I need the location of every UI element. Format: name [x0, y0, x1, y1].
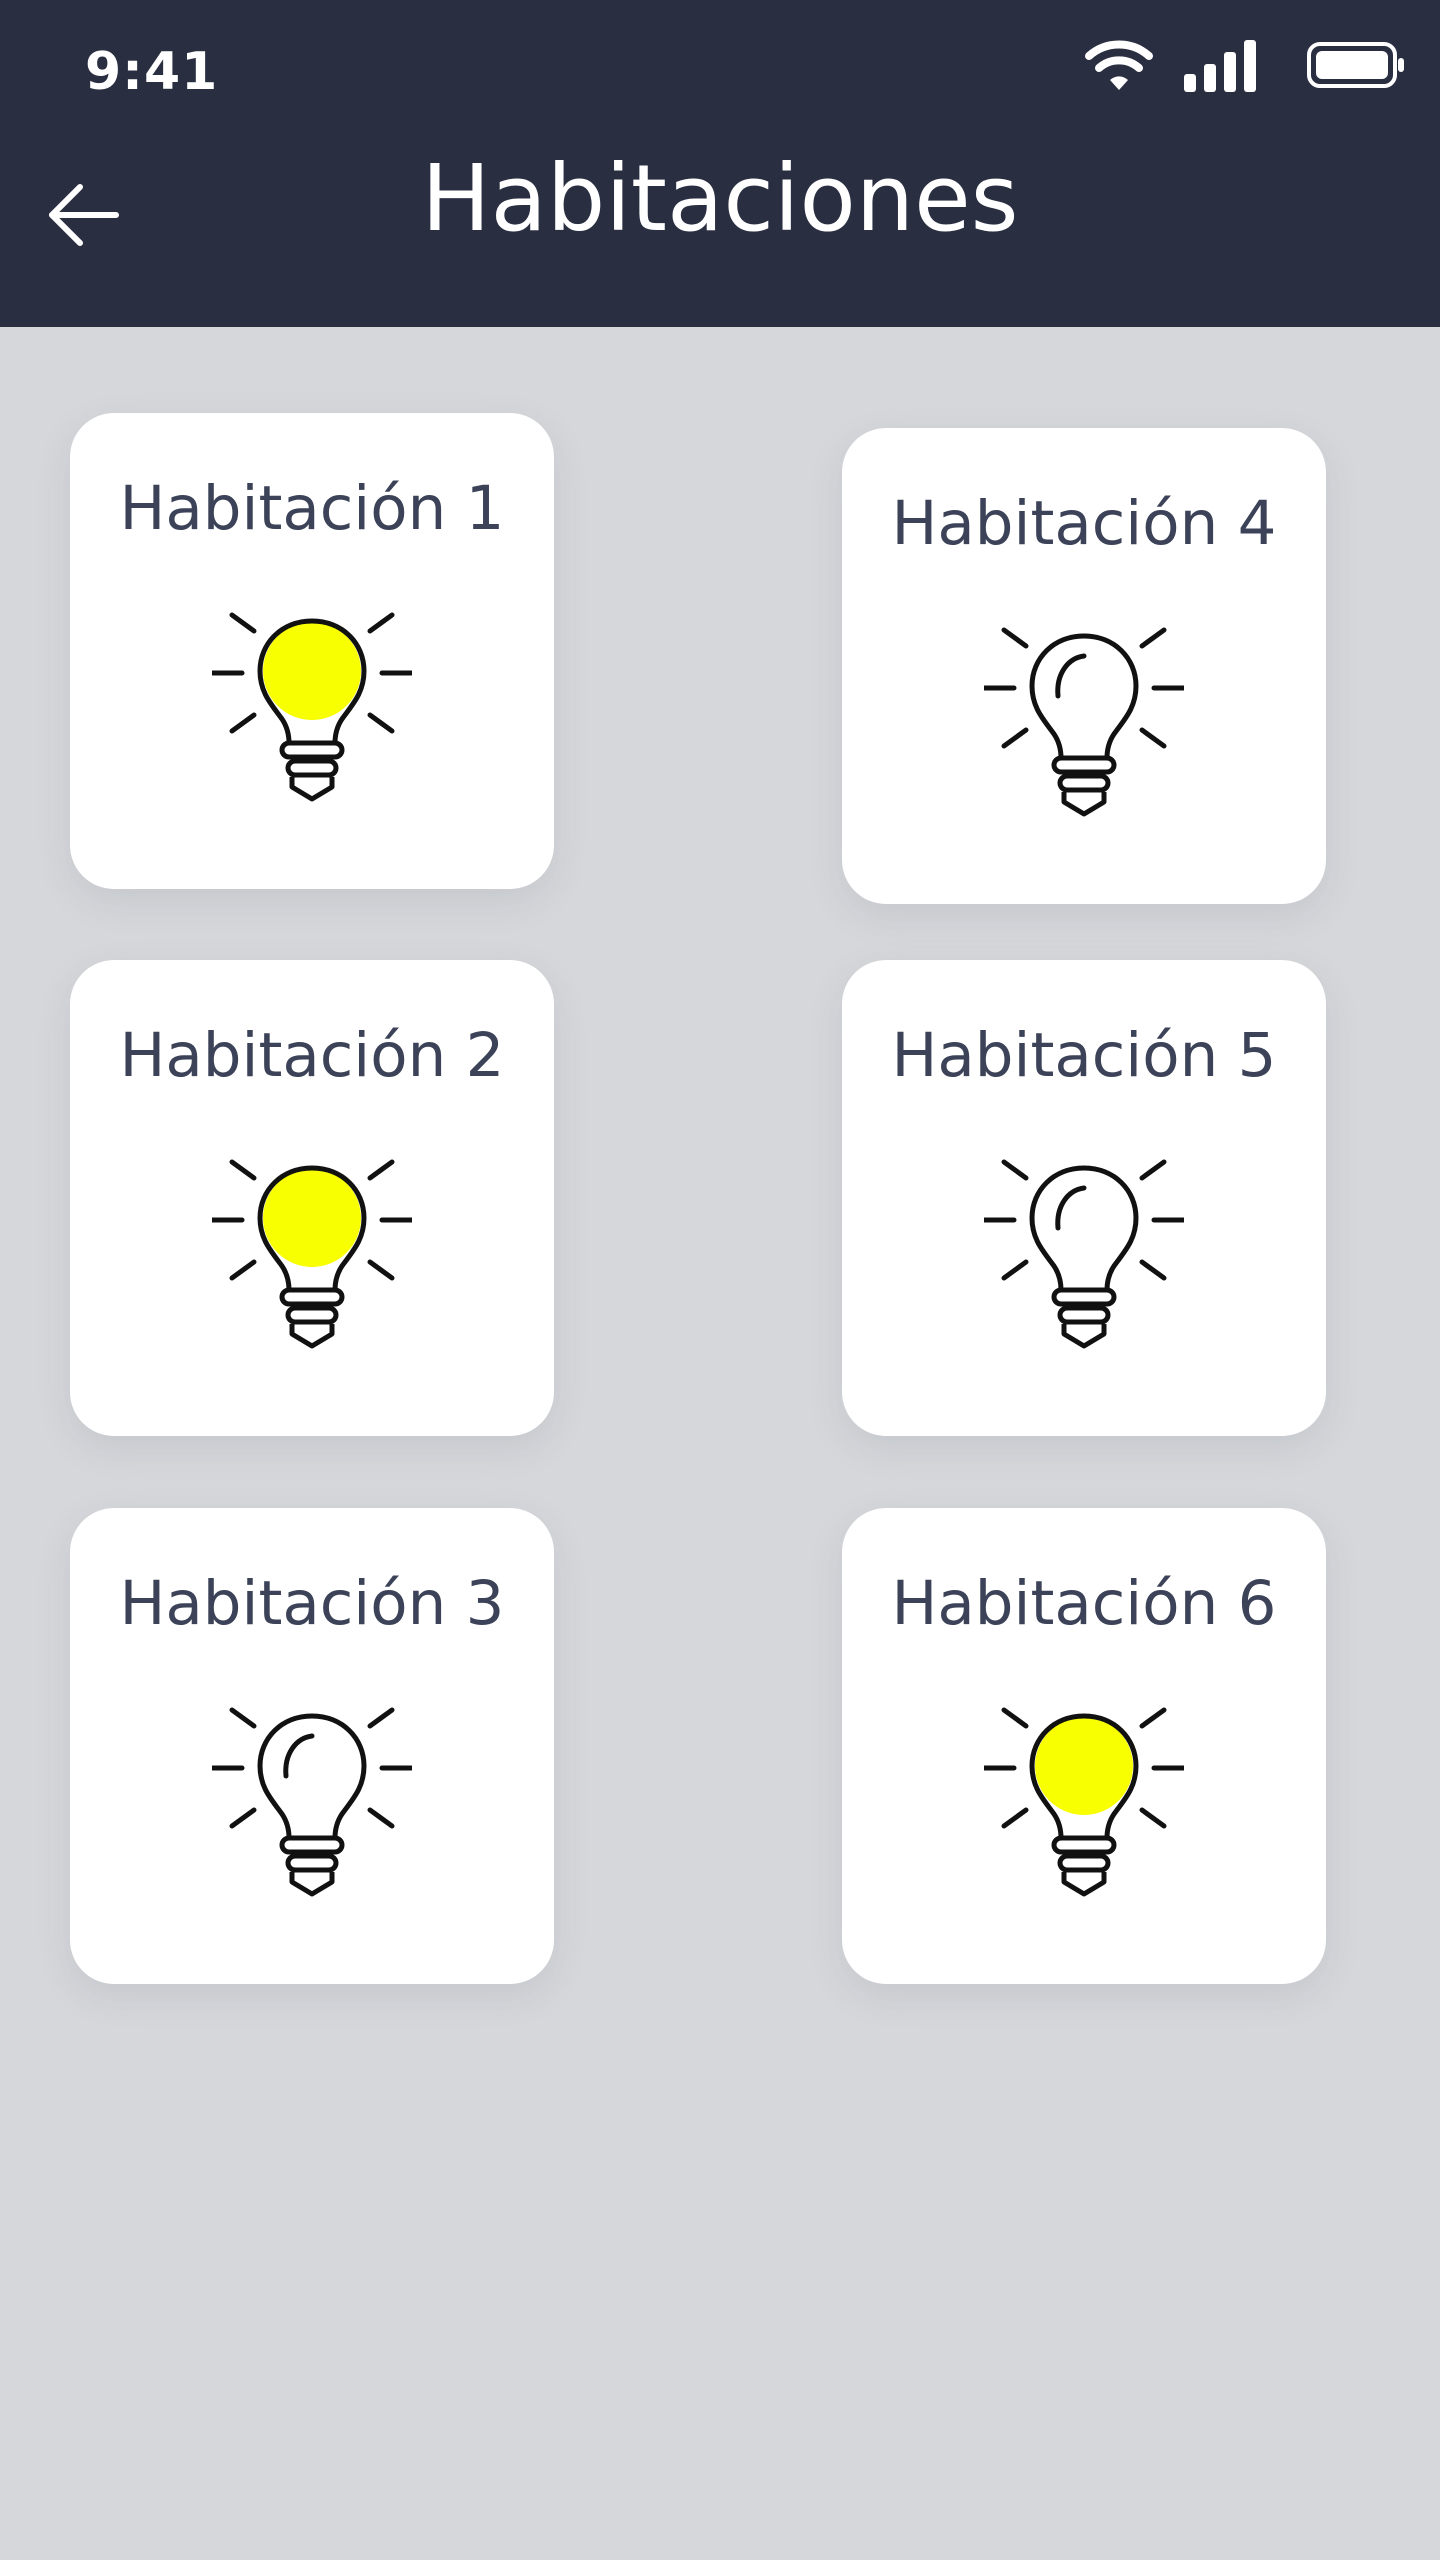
battery-icon	[1307, 42, 1404, 88]
room-card[interactable]: Habitación 4	[842, 428, 1326, 904]
room-name: Habitación 3	[119, 1568, 505, 1639]
room-card[interactable]: Habitación 6	[842, 1508, 1326, 1984]
room-card[interactable]: Habitación 1	[70, 413, 554, 889]
room-name: Habitación 1	[119, 473, 505, 544]
lightbulb-on-icon[interactable]	[212, 603, 412, 803]
room-name: Habitación 5	[891, 1020, 1277, 1091]
room-card[interactable]: Habitación 2	[70, 960, 554, 1436]
status-time: 9:41	[85, 42, 219, 102]
room-name: Habitación 6	[891, 1568, 1277, 1639]
lightbulb-off-icon[interactable]	[212, 1698, 412, 1898]
wifi-icon	[1085, 40, 1153, 90]
signal-icon	[1184, 40, 1256, 92]
page-title: Habitaciones	[421, 145, 1019, 252]
room-card[interactable]: Habitación 3	[70, 1508, 554, 1984]
room-card[interactable]: Habitación 5	[842, 960, 1326, 1436]
lightbulb-on-icon[interactable]	[212, 1150, 412, 1350]
room-name: Habitación 4	[891, 488, 1277, 559]
lightbulb-off-icon[interactable]	[984, 1150, 1184, 1350]
lightbulb-on-icon[interactable]	[984, 1698, 1184, 1898]
room-name: Habitación 2	[119, 1020, 505, 1091]
app-header: 9:41 Habitaciones	[0, 0, 1440, 327]
lightbulb-off-icon[interactable]	[984, 618, 1184, 818]
